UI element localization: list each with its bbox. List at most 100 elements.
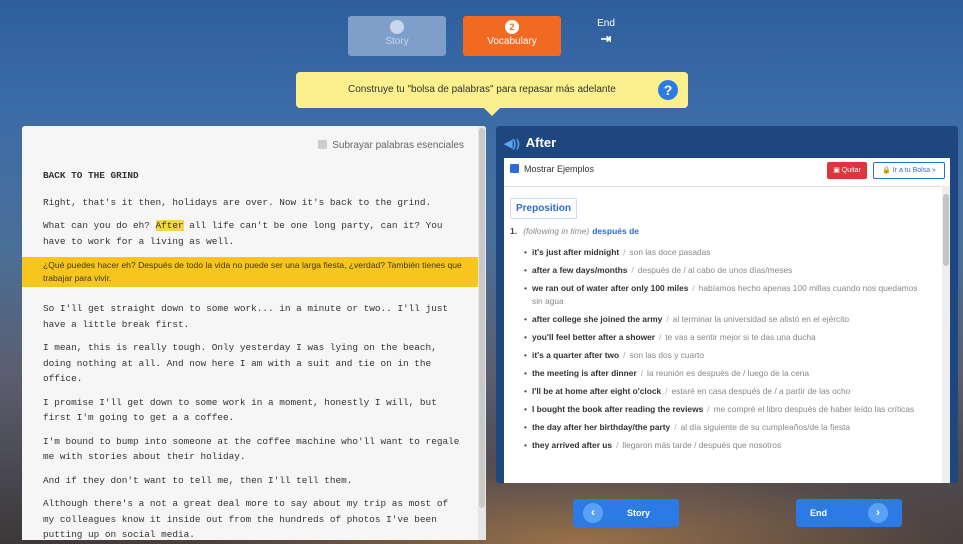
show-examples-toggle[interactable]: Mostrar Ejemplos — [510, 164, 594, 174]
example-item: it's a quarter after two/son las dos y c… — [524, 349, 929, 362]
step-end[interactable]: End ⇥ — [586, 18, 626, 58]
story-text-segment: What can you do eh? — [43, 220, 156, 231]
story-title: BACK TO THE GRIND — [43, 170, 139, 181]
show-examples-label: Mostrar Ejemplos — [524, 164, 595, 174]
example-english: I bought the book after reading the revi… — [532, 403, 704, 414]
example-english: after college she joined the army — [532, 313, 663, 324]
example-english: the day after her birthday/the party — [532, 421, 671, 432]
tip-banner: Construye tu "bolsa de palabras" para re… — [296, 72, 688, 116]
next-end-button[interactable]: End › — [796, 499, 902, 527]
vocab-word: After — [525, 135, 557, 150]
example-item: the day after her birthday/the party/al … — [524, 421, 929, 434]
show-examples-checkbox[interactable] — [510, 164, 519, 173]
step-end-label: End — [597, 18, 615, 29]
highlighted-word[interactable]: After — [155, 220, 184, 231]
vocab-header: ◀)) After — [496, 126, 958, 160]
example-english: the meeting is after dinner — [532, 367, 637, 378]
example-spanish: al terminar la universidad se alistó en … — [672, 313, 850, 324]
vocab-scrollbar-thumb[interactable] — [943, 194, 949, 266]
go-to-bag-button[interactable]: 🔒 Ir a tu Bolsa » — [873, 162, 945, 179]
sense-number: 1. — [510, 226, 518, 236]
step-vocabulary[interactable]: 2 Vocabulary — [463, 16, 561, 56]
example-english: we ran out of water after only 100 miles — [532, 283, 689, 293]
example-spanish: me compré el libro después de haber leíd… — [713, 403, 915, 414]
underline-checkbox[interactable] — [318, 140, 328, 149]
example-spanish: estaré en casa después de / a partir de … — [671, 385, 851, 396]
example-spanish: te vas a sentir mejor si te das una duch… — [665, 331, 816, 342]
example-spanish: son las doce pasadas — [629, 247, 711, 257]
story-paragraph: I promise I'll get down to some work in … — [43, 396, 437, 424]
example-english: it's a quarter after two — [532, 349, 620, 360]
example-item: after a few days/months/después de / al … — [524, 264, 929, 277]
step-vocabulary-label: Vocabulary — [487, 36, 537, 47]
story-paragraph: Right, that's it then, holidays are over… — [43, 196, 432, 208]
divider — [504, 186, 942, 187]
step-vocabulary-number: 2 — [505, 20, 519, 34]
example-item: the meeting is after dinner/la reunión e… — [524, 367, 929, 380]
example-separator: / — [623, 349, 626, 360]
example-item: they arrived after us/llegaron más tarde… — [524, 439, 929, 452]
prev-story-label: Story — [627, 508, 651, 518]
example-spanish: son las dos y cuarto — [629, 349, 704, 360]
part-of-speech-tab[interactable]: Preposition — [510, 198, 578, 219]
exit-icon: ⇥ — [600, 31, 612, 46]
story-scrollbar-thumb[interactable] — [479, 128, 485, 508]
go-to-bag-label: Ir a tu Bolsa » — [892, 167, 936, 174]
tip-text: Construye tu "bolsa de palabras" para re… — [348, 84, 616, 95]
remove-button[interactable]: ▣ Quitar — [827, 162, 867, 179]
story-scrollbar[interactable] — [478, 126, 486, 540]
example-item: it's just after midnight/son las doce pa… — [524, 246, 929, 259]
story-paragraph: I'm bound to bump into someone at the co… — [43, 435, 460, 463]
underline-option[interactable]: Subrayar palabras esenciales — [318, 140, 464, 151]
examples-list: it's just after midnight/son las doce pa… — [524, 246, 929, 457]
step-story-number: 1 — [390, 20, 404, 34]
example-spanish: la reunión es después de / luego de la c… — [647, 367, 810, 378]
example-english: you'll feel better after a shower — [532, 331, 655, 342]
help-icon[interactable]: ? — [658, 80, 678, 100]
sense-note: (following in time) — [523, 226, 590, 236]
sense-line: 1. (following in time) después de — [510, 226, 639, 236]
vocab-scrollbar[interactable] — [942, 186, 950, 483]
example-separator: / — [666, 313, 669, 324]
step-story-label: Story — [385, 36, 409, 47]
vocab-panel: ◀)) After Mostrar Ejemplos ▣ Quitar 🔒 Ir … — [496, 126, 958, 483]
story-paragraph: Although there's a not a great deal more… — [43, 498, 449, 540]
example-item: I'll be at home after eight o'clock/esta… — [524, 385, 929, 398]
next-end-label: End — [810, 508, 827, 518]
chevron-right-icon: › — [868, 503, 888, 523]
example-item: after college she joined the army/al ter… — [524, 313, 929, 326]
example-separator: / — [616, 439, 619, 450]
example-item: I bought the book after reading the revi… — [524, 403, 929, 416]
story-paragraph: And if they don't want to tell me, then … — [43, 474, 353, 486]
example-english: it's just after midnight — [532, 247, 620, 257]
example-separator: / — [707, 403, 710, 414]
example-item: we ran out of water after only 100 miles… — [524, 282, 929, 307]
example-separator: / — [674, 421, 677, 432]
underline-label: Subrayar palabras esenciales — [332, 140, 464, 151]
speaker-icon[interactable]: ◀)) — [504, 138, 520, 150]
example-separator: / — [631, 265, 634, 275]
example-english: they arrived after us — [532, 439, 613, 450]
example-separator: / — [640, 367, 644, 378]
example-separator: / — [665, 385, 668, 396]
example-spanish: llegaron más tarde / después que nosotro… — [622, 439, 782, 450]
example-item: you'll feel better after a shower /te vas… — [524, 331, 929, 344]
story-paragraph: So I'll get straight down to some work..… — [43, 303, 449, 330]
prev-story-button[interactable]: ‹ Story — [573, 499, 679, 527]
step-story[interactable]: 1 Story — [348, 16, 446, 56]
example-english: after a few days/months — [532, 265, 628, 275]
translation-box: ¿Qué puedes hacer eh? Después de todo la… — [22, 257, 484, 287]
story-text: BACK TO THE GRIND Right, that's it then,… — [22, 168, 484, 540]
sense-definition: después de — [592, 226, 640, 236]
example-separator: / — [623, 247, 626, 257]
example-spanish: después de / al cabo de unos días/meses — [637, 265, 793, 275]
story-panel: Subrayar palabras esenciales BACK TO THE… — [22, 126, 486, 540]
example-spanish: al día siguiente de su cumpleaños/de la … — [680, 421, 851, 432]
story-paragraph-active: What can you do eh? After all life can't… — [43, 218, 463, 249]
example-separator: / — [692, 283, 695, 293]
example-separator: / — [659, 331, 662, 342]
remove-button-label: Quitar — [841, 167, 861, 174]
story-paragraph: I mean, this is really tough. Only yeste… — [43, 342, 437, 384]
chevron-left-icon: ‹ — [583, 503, 603, 523]
vocab-body: Mostrar Ejemplos ▣ Quitar 🔒 Ir a tu Bols… — [504, 158, 950, 483]
